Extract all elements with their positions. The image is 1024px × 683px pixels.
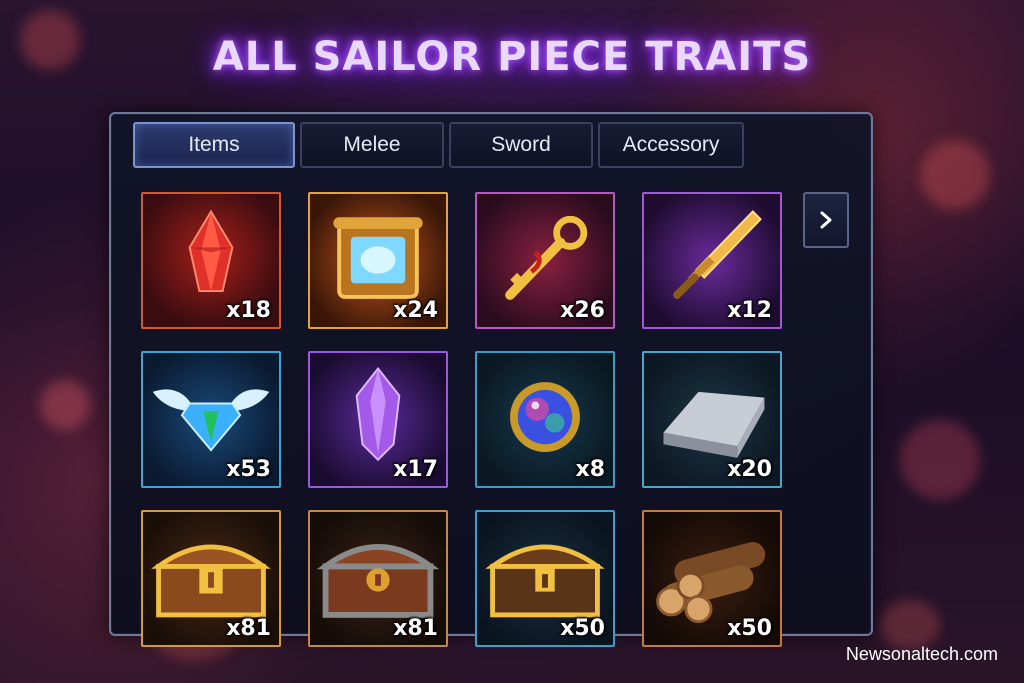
item-slot[interactable]: x81 xyxy=(141,510,281,647)
item-slot[interactable]: x24 xyxy=(308,192,448,329)
next-page-button[interactable] xyxy=(803,192,849,248)
tab-sword[interactable]: Sword xyxy=(449,122,593,168)
watermark: Newsonaltech.com xyxy=(845,644,998,664)
background-bokeh xyxy=(900,420,980,500)
chevron-right-icon xyxy=(820,211,832,229)
item-quantity: x18 xyxy=(226,298,271,323)
item-slot[interactable]: x81 xyxy=(308,510,448,647)
background-bokeh xyxy=(920,140,990,210)
item-slot[interactable]: x18 xyxy=(141,192,281,329)
item-slot[interactable]: x8 xyxy=(475,351,615,488)
tab-items[interactable]: Items xyxy=(133,122,295,168)
page-title: ALL SAILOR PIECE TRAITS xyxy=(212,34,812,80)
item-quantity: x17 xyxy=(393,457,438,482)
background-bokeh xyxy=(880,600,940,650)
tab-melee[interactable]: Melee xyxy=(300,122,444,168)
item-quantity: x53 xyxy=(226,457,271,482)
inventory-panel: Items Melee Sword Accessory x18 x24 x26 … xyxy=(109,112,873,647)
item-quantity: x12 xyxy=(727,298,772,323)
item-quantity: x81 xyxy=(226,616,271,641)
item-quantity: x50 xyxy=(727,616,772,641)
item-quantity: x26 xyxy=(560,298,605,323)
item-slot[interactable]: x12 xyxy=(642,192,782,329)
item-grid: x18 x24 x26 x12 x53 x17 x8 x20 x81 x81 x… xyxy=(141,192,782,647)
item-quantity: x20 xyxy=(727,457,772,482)
item-quantity: x24 xyxy=(393,298,438,323)
tab-accessory[interactable]: Accessory xyxy=(598,122,744,168)
item-slot[interactable]: x17 xyxy=(308,351,448,488)
item-slot[interactable]: x26 xyxy=(475,192,615,329)
background-bokeh xyxy=(40,380,90,430)
tab-bar: Items Melee Sword Accessory xyxy=(133,122,744,168)
item-slot[interactable]: x20 xyxy=(642,351,782,488)
item-slot[interactable]: x50 xyxy=(475,510,615,647)
item-quantity: x8 xyxy=(575,457,606,482)
item-quantity: x81 xyxy=(393,616,438,641)
item-slot[interactable]: x53 xyxy=(141,351,281,488)
item-slot[interactable]: x50 xyxy=(642,510,782,647)
item-quantity: x50 xyxy=(560,616,605,641)
